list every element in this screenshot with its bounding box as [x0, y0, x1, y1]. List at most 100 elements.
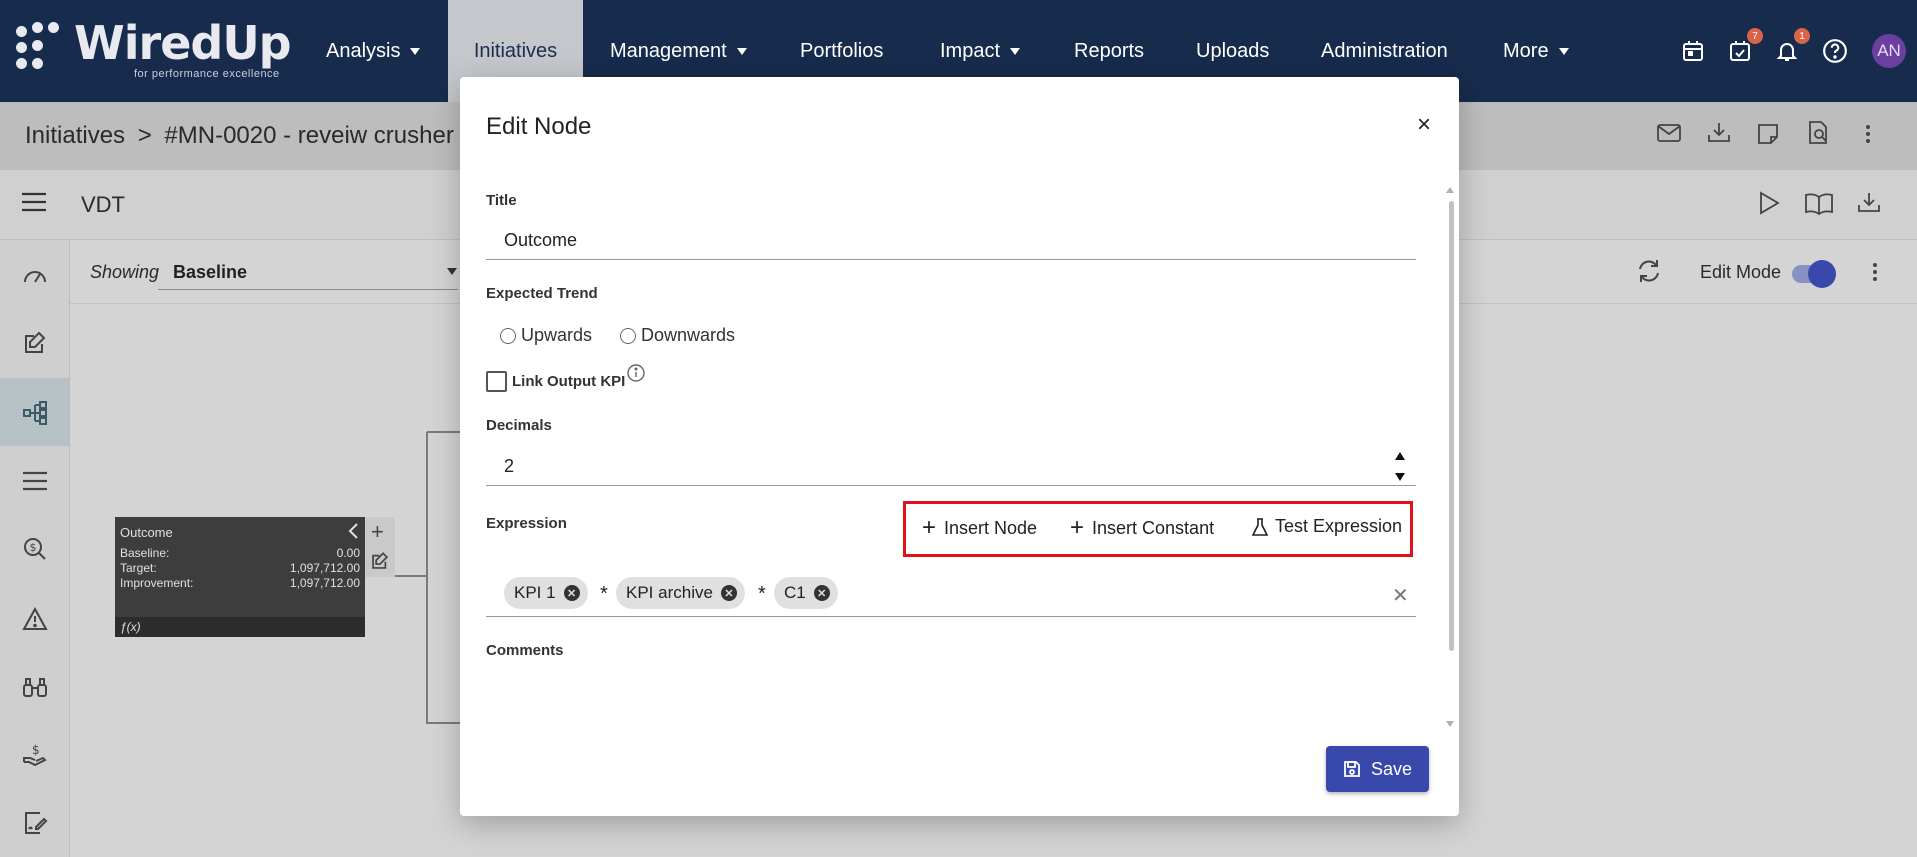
- insert-node-button[interactable]: + Insert Node: [922, 516, 1037, 540]
- tasks-icon[interactable]: 7: [1725, 28, 1763, 66]
- test-expression-button[interactable]: Test Expression: [1251, 516, 1402, 537]
- link-output-kpi-checkbox[interactable]: [486, 371, 507, 392]
- logo-dots-icon: [16, 22, 70, 76]
- node-row-baseline: Baseline: 0.00: [120, 546, 360, 560]
- node-title: Outcome: [120, 525, 173, 540]
- info-icon[interactable]: [626, 363, 646, 383]
- nav-analysis[interactable]: Analysis: [326, 0, 421, 102]
- edit-icon[interactable]: [20, 328, 50, 358]
- trend-downwards-label: Downwards: [641, 325, 736, 345]
- chip-label: C1: [784, 583, 806, 602]
- save-button[interactable]: Save: [1326, 746, 1429, 792]
- nav-more[interactable]: More: [1503, 0, 1569, 102]
- test-expression-label: Test Expression: [1275, 516, 1403, 536]
- edit-mode-toggle-knob[interactable]: [1808, 260, 1836, 288]
- node-row-label: Baseline:: [120, 546, 170, 560]
- showing-select[interactable]: Baseline: [158, 254, 458, 290]
- comments-label: Comments: [486, 642, 564, 659]
- radio-circle-icon: [620, 327, 636, 344]
- chevron-down-icon: [1010, 47, 1021, 55]
- money-search-icon[interactable]: $: [20, 534, 50, 564]
- more-vert-icon[interactable]: [1864, 124, 1872, 149]
- expression-chip-kpi1[interactable]: KPI 1 ✕: [504, 577, 588, 609]
- book-icon[interactable]: [1804, 192, 1834, 221]
- breadcrumb: Initiatives > #MN-0020 - reveiw crusher: [25, 122, 454, 150]
- nav-initiatives-label: Initiatives: [473, 39, 558, 62]
- refresh-icon[interactable]: [1636, 258, 1662, 289]
- binoculars-icon[interactable]: [20, 672, 50, 702]
- trend-upwards-label: Upwards: [521, 325, 593, 345]
- dashboard-icon[interactable]: [20, 260, 50, 290]
- title-input[interactable]: Outcome: [486, 220, 1416, 260]
- operator: *: [600, 583, 608, 605]
- expression-input[interactable]: KPI 1 ✕ * KPI archive ✕ * C1 ✕ ✕: [486, 567, 1416, 617]
- clear-expression-icon[interactable]: ✕: [1392, 583, 1409, 608]
- decimals-stepper[interactable]: [1393, 449, 1407, 485]
- node-tools: +: [365, 517, 395, 577]
- close-icon[interactable]: ×: [1412, 111, 1436, 138]
- node-row-label: Target:: [120, 561, 157, 575]
- function-icon: ƒ(x): [115, 617, 365, 637]
- plus-icon: +: [922, 514, 937, 541]
- expression-chip-kpi-archive[interactable]: KPI archive ✕: [616, 577, 745, 609]
- cost-hand-icon[interactable]: $: [20, 740, 50, 770]
- bell-icon[interactable]: 1: [1772, 28, 1810, 66]
- tree-icon[interactable]: [20, 398, 50, 428]
- breadcrumb-current: #MN-0020 - reveiw crusher: [164, 122, 454, 149]
- nav-uploads-label: Uploads: [1196, 39, 1270, 62]
- nav-reports-label: Reports: [1074, 39, 1145, 62]
- decimals-input[interactable]: 2: [486, 446, 1416, 486]
- node-card-outcome[interactable]: Outcome Baseline: 0.00 Target: 1,097,712.0…: [115, 517, 365, 637]
- showing-label: Showing: [90, 262, 160, 282]
- chevron-down-icon: [736, 47, 747, 55]
- edit-node-modal: Edit Node × Title Outcome Expected Trend…: [460, 77, 1459, 816]
- warning-icon[interactable]: [20, 604, 50, 634]
- chip-remove-icon[interactable]: ✕: [563, 585, 580, 601]
- help-icon[interactable]: [1820, 36, 1850, 66]
- node-row-value: 0.00: [336, 546, 360, 560]
- expression-chip-c1[interactable]: C1 ✕: [774, 577, 838, 609]
- chevron-down-icon: [1558, 47, 1569, 55]
- link-output-kpi[interactable]: Link Output KPI: [486, 371, 625, 392]
- logo-tagline: for performance excellence: [134, 68, 280, 80]
- chip-remove-icon[interactable]: ✕: [720, 585, 737, 601]
- node-row-improvement: Improvement: 1,097,712.00: [120, 576, 360, 590]
- chip-label: KPI archive: [626, 583, 713, 602]
- calendar-icon[interactable]: [1678, 36, 1708, 66]
- nav-impact-label: Impact: [940, 39, 1001, 62]
- chip-label: KPI 1: [514, 583, 556, 602]
- tree-connector-lines: [365, 431, 465, 724]
- more-vert-icon[interactable]: [1871, 262, 1879, 287]
- plus-icon[interactable]: +: [371, 521, 384, 543]
- operator: *: [758, 583, 766, 605]
- trend-downwards-radio[interactable]: Downwards: [620, 325, 735, 346]
- node-row-label: Improvement:: [120, 576, 194, 590]
- insert-constant-label: Insert Constant: [1092, 517, 1215, 538]
- chevron-left-icon[interactable]: [347, 522, 359, 543]
- modal-title: Edit Node: [486, 113, 592, 140]
- play-icon[interactable]: [1757, 190, 1781, 221]
- menu-icon[interactable]: [22, 192, 46, 217]
- save-icon: [1343, 760, 1361, 778]
- download-icon[interactable]: [1706, 120, 1732, 151]
- note-icon[interactable]: [1756, 122, 1780, 151]
- document-search-icon[interactable]: [1806, 120, 1832, 151]
- user-avatar[interactable]: AN: [1872, 34, 1906, 68]
- node-row-value: 1,097,712.00: [289, 561, 360, 575]
- radio-circle-icon: [500, 327, 516, 344]
- trend-upwards-radio[interactable]: Upwards: [500, 325, 592, 346]
- email-icon[interactable]: [1656, 122, 1682, 149]
- signature-doc-icon[interactable]: [20, 808, 50, 838]
- breadcrumb-root[interactable]: Initiatives: [25, 122, 125, 149]
- wiredup-logo[interactable]: WiredUp for performance excellence: [16, 16, 292, 86]
- link-output-kpi-label: Link Output KPI: [512, 373, 626, 390]
- insert-constant-button[interactable]: + Insert Constant: [1070, 516, 1214, 540]
- chip-remove-icon[interactable]: ✕: [813, 585, 830, 601]
- tasks-badge: 7: [1747, 28, 1763, 44]
- vdt-title: VDT: [81, 192, 125, 217]
- expected-trend-label: Expected Trend: [486, 285, 598, 302]
- modal-scroll-thumb[interactable]: [1449, 201, 1454, 651]
- list-icon[interactable]: [20, 466, 50, 496]
- edit-icon[interactable]: [370, 551, 390, 576]
- export-icon[interactable]: [1856, 190, 1882, 221]
